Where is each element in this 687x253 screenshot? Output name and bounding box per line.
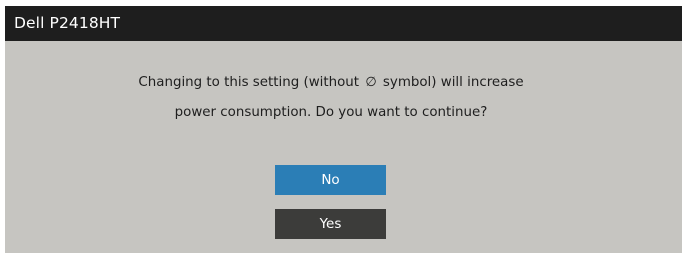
- message-line-2: power consumption. Do you want to contin…: [174, 105, 488, 120]
- yes-button[interactable]: Yes: [275, 209, 386, 239]
- warning-message: Changing to this setting (without ∅ symb…: [5, 68, 657, 128]
- energy-saving-icon: ∅: [365, 75, 377, 90]
- message-line-1: Changing to this setting (without ∅ symb…: [5, 68, 657, 98]
- no-button[interactable]: No: [275, 165, 386, 195]
- message-line-1-start: Changing to this setting (without: [138, 75, 360, 90]
- osd-dialog: Dell P2418HT Changing to this setting (w…: [5, 6, 682, 253]
- message-line-1-end: symbol) will increase: [382, 75, 524, 90]
- dialog-title: Dell P2418HT: [5, 6, 682, 41]
